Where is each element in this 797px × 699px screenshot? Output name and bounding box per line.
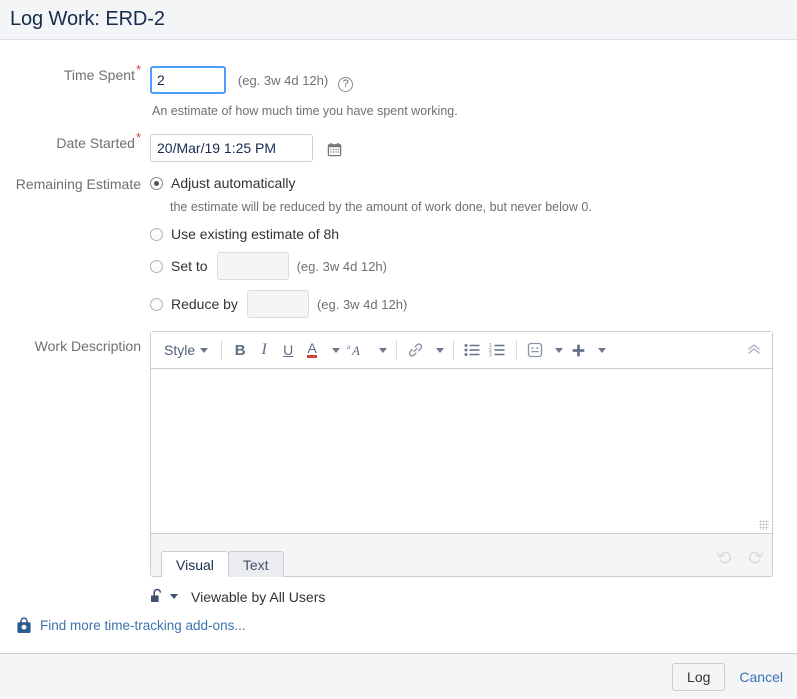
visibility-row: Viewable by All Users	[150, 588, 797, 605]
work-description-textarea[interactable]	[151, 369, 772, 534]
radio-adjust-automatically[interactable]	[150, 176, 163, 190]
radio-option-use-existing[interactable]: Use existing estimate of 8h	[150, 226, 797, 242]
log-button[interactable]: Log	[672, 662, 726, 691]
unlocked-padlock-icon	[151, 588, 162, 602]
date-started-row: Date Started*	[0, 130, 797, 162]
collapse-toolbar-icon[interactable]	[746, 342, 766, 359]
style-dropdown-label: Style	[164, 342, 196, 358]
chevron-down-icon	[200, 347, 209, 353]
editor-history-buttons	[716, 549, 764, 576]
tab-text[interactable]: Text	[227, 551, 284, 577]
radio-label-adjust-automatically: Adjust automatically	[171, 175, 296, 191]
date-started-label: Date Started*	[56, 130, 141, 151]
link-dropdown[interactable]	[428, 337, 447, 363]
reduce-by-input[interactable]	[246, 290, 309, 318]
chevron-down-icon	[598, 347, 607, 353]
radio-reduce-by[interactable]	[150, 297, 163, 311]
text-effects-icon[interactable]: a A	[343, 337, 371, 363]
dialog-body: Time Spent* (eg. 3w 4d 12h) ? An estimat…	[0, 62, 797, 679]
underline-icon[interactable]: U	[276, 337, 300, 363]
italic-icon[interactable]: I	[252, 337, 276, 363]
svg-text:A: A	[351, 343, 360, 358]
page-title: Log Work: ERD-2	[10, 8, 165, 30]
toolbar-divider	[396, 340, 398, 360]
find-addons-link[interactable]: Find more time-tracking add-ons...	[40, 618, 246, 633]
toolbar-divider	[516, 340, 518, 360]
required-indicator: *	[135, 62, 141, 78]
svg-text:3: 3	[489, 353, 492, 357]
addons-row: Find more time-tracking add-ons...	[16, 617, 797, 634]
text-color-dropdown[interactable]	[324, 337, 343, 363]
time-spent-description: An estimate of how much time you have sp…	[152, 104, 458, 118]
toolbar-divider	[221, 340, 223, 360]
remaining-estimate-label: Remaining Estimate	[15, 176, 141, 192]
set-to-hint: (eg. 3w 4d 12h)	[296, 258, 387, 274]
radio-set-to[interactable]	[150, 259, 163, 273]
dialog-header: Log Work: ERD-2	[0, 0, 797, 40]
radio-label-use-existing-estimate: Use existing estimate of 8h	[171, 226, 340, 242]
time-spent-control: (eg. 3w 4d 12h) ? An estimate of how muc…	[150, 66, 797, 119]
numbered-list-icon[interactable]: 1 2 3	[485, 337, 510, 363]
bold-icon[interactable]: B	[228, 337, 252, 363]
editor-toolbar: Style B I U A a A 1 2 3	[151, 332, 772, 369]
radio-option-reduce-by[interactable]: Reduce by (eg. 3w 4d 12h)	[150, 290, 797, 318]
time-spent-row: Time Spent* (eg. 3w 4d 12h) ? An estimat…	[0, 62, 797, 119]
date-started-control	[150, 134, 797, 162]
emoji-icon[interactable]	[523, 337, 547, 363]
time-spent-input[interactable]	[150, 66, 226, 94]
question-circle-icon[interactable]: ?	[338, 77, 354, 92]
work-description-control: Style B I U A a A 1 2 3 Visual Text View…	[150, 331, 797, 605]
chevron-down-icon	[436, 347, 445, 353]
visibility-selector[interactable]	[150, 588, 178, 605]
wiki-editor: Style B I U A a A 1 2 3 Visual Text	[150, 331, 773, 577]
resize-handle[interactable]	[759, 520, 769, 530]
chevron-down-icon	[379, 347, 388, 353]
bullet-list-icon[interactable]	[460, 337, 485, 363]
work-description-label: Work Description	[34, 338, 141, 354]
tab-visual[interactable]: Visual	[161, 551, 229, 577]
radio-option-adjust-automatically[interactable]: Adjust automatically	[150, 175, 797, 191]
radio-label-reduce-by: Reduce by	[171, 296, 238, 312]
svg-text:a: a	[347, 343, 351, 351]
radio-use-existing-estimate[interactable]	[150, 227, 163, 241]
radio-option-set-to[interactable]: Set to (eg. 3w 4d 12h)	[150, 252, 797, 280]
reduce-by-hint: (eg. 3w 4d 12h)	[316, 296, 408, 312]
style-dropdown[interactable]: Style	[157, 337, 215, 363]
dialog-footer: Log Cancel	[0, 653, 797, 699]
remaining-estimate-options: Adjust automatically the estimate will b…	[150, 175, 797, 318]
marketplace-bag-icon	[17, 617, 31, 633]
emoji-dropdown[interactable]	[547, 337, 566, 363]
radio-label-set-to: Set to	[171, 258, 208, 274]
time-spent-hint: (eg. 3w 4d 12h)	[237, 73, 329, 88]
insert-more-dropdown[interactable]	[590, 337, 609, 363]
time-spent-label: Time Spent*	[63, 62, 141, 83]
visibility-label: Viewable by All Users	[191, 588, 326, 605]
set-to-input[interactable]	[216, 252, 289, 280]
text-effects-dropdown[interactable]	[371, 337, 390, 363]
work-description-row: Work Description Style B I U A a A 1 2 3…	[0, 331, 797, 605]
redo-icon[interactable]	[747, 549, 764, 566]
editor-footer: Visual Text	[151, 534, 772, 577]
cancel-button[interactable]: Cancel	[739, 669, 783, 685]
insert-more-icon[interactable]	[566, 337, 590, 363]
chevron-down-icon	[555, 347, 564, 353]
chevron-down-icon	[170, 594, 178, 599]
required-indicator: *	[135, 130, 141, 146]
adjust-automatically-description: the estimate will be reduced by the amou…	[170, 200, 592, 214]
remaining-estimate-row: Remaining Estimate Adjust automatically …	[0, 175, 797, 318]
date-started-input[interactable]	[150, 134, 313, 162]
undo-icon[interactable]	[716, 549, 733, 566]
calendar-icon[interactable]	[327, 143, 342, 160]
text-color-icon[interactable]: A	[300, 337, 324, 363]
chevron-down-icon	[332, 347, 341, 353]
link-icon[interactable]	[403, 337, 428, 363]
toolbar-divider	[453, 340, 455, 360]
